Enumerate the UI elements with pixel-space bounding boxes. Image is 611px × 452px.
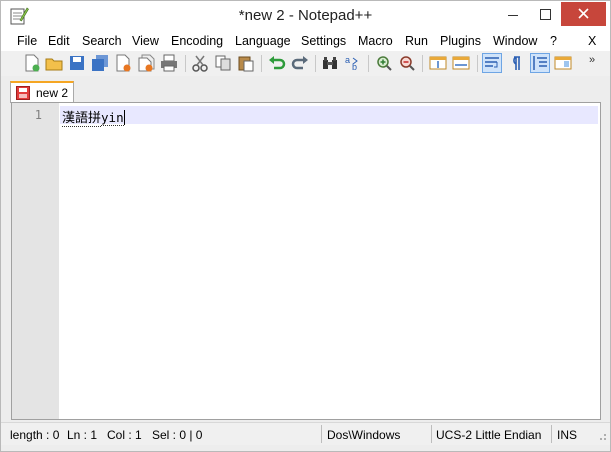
toolbar-separator: [477, 55, 478, 72]
ime-composition-latin: yin: [101, 110, 124, 126]
word-wrap-icon[interactable]: [482, 53, 502, 73]
title-bar[interactable]: *new 2 - Notepad++: [1, 1, 610, 31]
toolbar-separator: [315, 55, 316, 72]
editor-area[interactable]: 1 漢語拼yin: [11, 102, 601, 420]
find-icon[interactable]: [321, 54, 339, 72]
toolbar-separator: [368, 55, 369, 72]
svg-text:a: a: [345, 55, 350, 65]
maximize-button[interactable]: [531, 2, 561, 28]
indent-guide-icon[interactable]: [530, 53, 550, 73]
new-file-icon[interactable]: [23, 54, 41, 72]
svg-text:b: b: [352, 62, 357, 72]
close-document-button[interactable]: X: [588, 34, 596, 48]
document-map-icon[interactable]: [554, 54, 572, 72]
toolbar-separator: [185, 55, 186, 72]
tab-new-2[interactable]: new 2: [10, 81, 74, 103]
close-window-button[interactable]: [561, 2, 606, 26]
notepad-window: *new 2 - Notepad++ File Edit Search View…: [0, 0, 611, 452]
minimize-button[interactable]: [498, 2, 528, 28]
replace-icon[interactable]: ab: [344, 54, 362, 72]
close-all-icon[interactable]: [137, 54, 155, 72]
menu-plugins[interactable]: Plugins: [440, 34, 481, 48]
save-icon[interactable]: [68, 54, 86, 72]
status-selection: Sel : 0 | 0: [152, 428, 203, 442]
menu-language[interactable]: Language: [235, 34, 291, 48]
status-divider: [321, 425, 322, 443]
status-bar: length : 0 Ln : 1 Col : 1 Sel : 0 | 0 Do…: [1, 422, 610, 445]
menu-encoding[interactable]: Encoding: [171, 34, 223, 48]
code-line[interactable]: 漢語拼yin: [62, 107, 125, 127]
status-divider: [551, 425, 552, 443]
close-icon: [578, 8, 589, 19]
sync-vertical-icon[interactable]: [429, 54, 447, 72]
undo-icon[interactable]: [268, 54, 286, 72]
menu-help[interactable]: ?: [550, 34, 557, 48]
status-column: Col : 1: [107, 428, 142, 442]
status-length: length : 0: [10, 428, 60, 442]
save-all-icon[interactable]: [91, 54, 109, 72]
zoom-out-icon[interactable]: [398, 54, 416, 72]
close-icon[interactable]: [114, 54, 132, 72]
resize-grip-icon[interactable]: [597, 431, 607, 441]
redo-icon[interactable]: [291, 54, 309, 72]
menu-file[interactable]: File: [17, 34, 37, 48]
unsaved-document-icon: [16, 86, 30, 100]
show-all-characters-icon[interactable]: [506, 54, 524, 72]
tab-bar: new 2: [1, 78, 610, 103]
print-icon[interactable]: [160, 54, 178, 72]
sync-horizontal-icon[interactable]: [452, 54, 470, 72]
line-number: 1: [34, 108, 42, 122]
line-number-gutter[interactable]: 1: [12, 103, 59, 419]
menu-run[interactable]: Run: [405, 34, 428, 48]
toolbar-overflow-button[interactable]: »: [589, 54, 595, 66]
menu-view[interactable]: View: [132, 34, 159, 48]
zoom-in-icon[interactable]: [375, 54, 393, 72]
status-line: Ln : 1: [67, 428, 98, 442]
menu-search[interactable]: Search: [82, 34, 122, 48]
status-eol: Dos\Windows: [327, 428, 401, 442]
paste-icon[interactable]: [237, 54, 255, 72]
menu-settings[interactable]: Settings: [301, 34, 346, 48]
toolbar: ab »: [1, 51, 610, 76]
status-encoding: UCS-2 Little Endian: [436, 428, 542, 442]
menu-macro[interactable]: Macro: [358, 34, 393, 48]
ime-composition-cjk: 漢語拼: [62, 111, 102, 127]
toolbar-separator: [422, 55, 423, 72]
cut-icon[interactable]: [191, 54, 209, 72]
menu-bar: File Edit Search View Encoding Language …: [1, 31, 610, 51]
status-insert-mode: INS: [557, 428, 578, 442]
tab-label: new 2: [36, 86, 69, 100]
status-divider: [431, 425, 432, 443]
menu-edit[interactable]: Edit: [48, 34, 70, 48]
text-caret: [123, 110, 125, 125]
menu-window[interactable]: Window: [493, 34, 537, 48]
open-file-icon[interactable]: [45, 54, 63, 72]
current-line-highlight: [60, 106, 598, 124]
toolbar-separator: [261, 55, 262, 72]
copy-icon[interactable]: [214, 54, 232, 72]
